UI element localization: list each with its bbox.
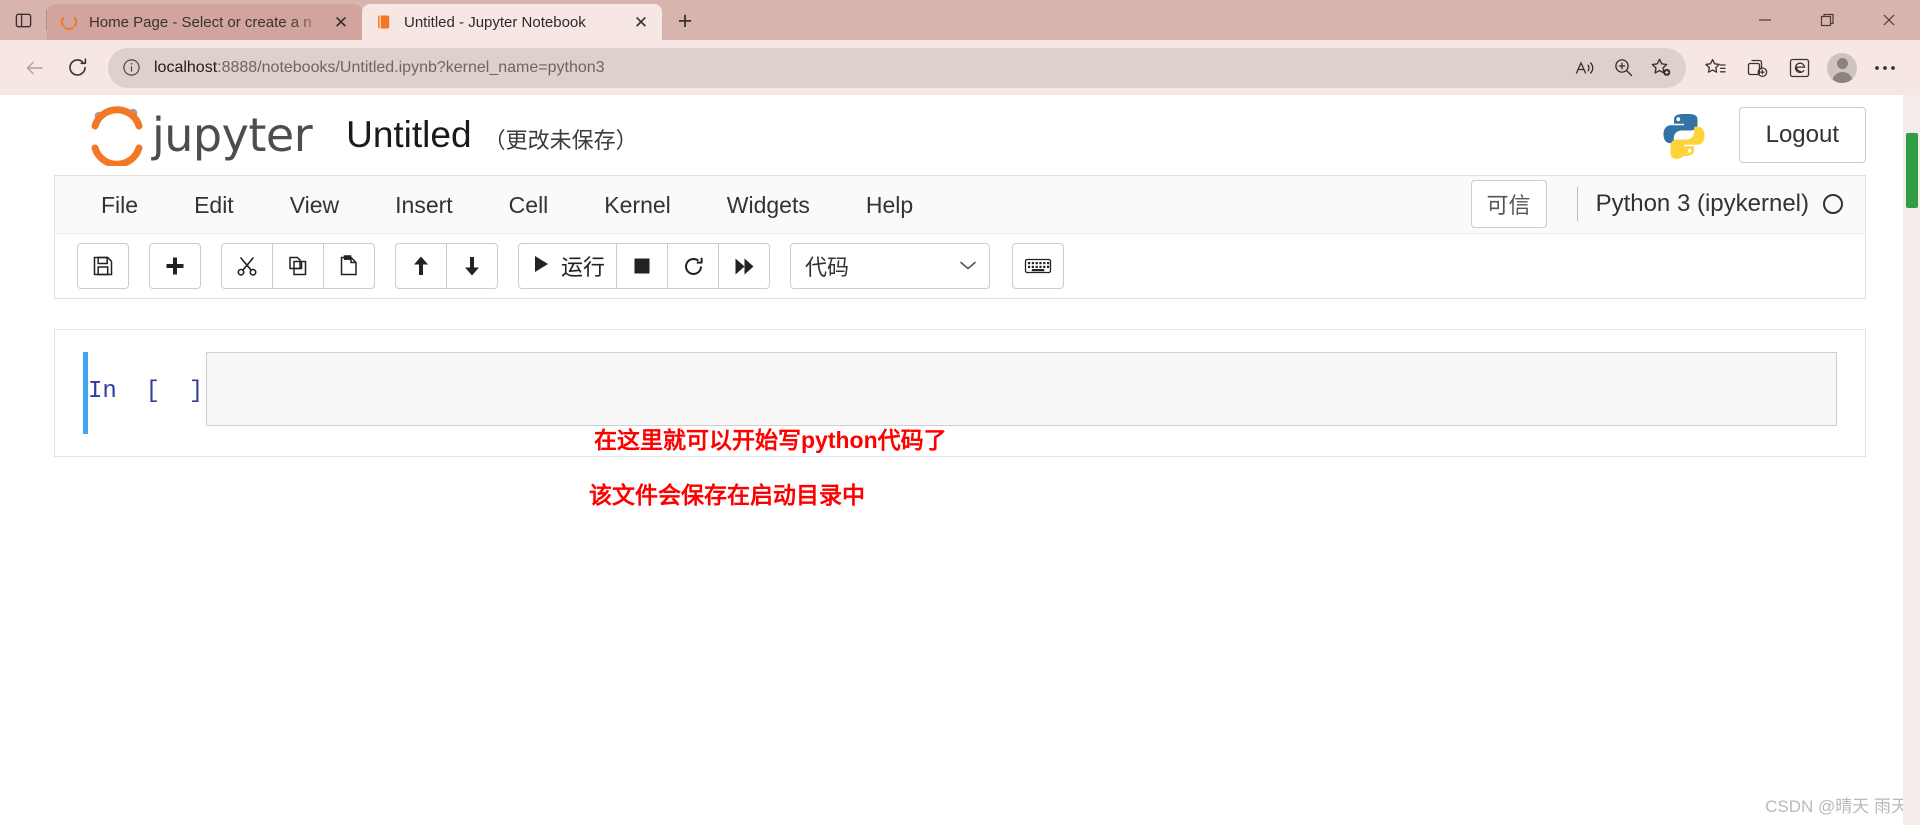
toolbar-group-run: 运行 [518, 243, 771, 289]
back-arrow-icon[interactable] [14, 47, 56, 89]
copy-icon[interactable] [272, 243, 324, 289]
page-content: jupyter Untitled （更改未保存） Logout File Edi… [0, 95, 1920, 825]
toolbar-group-clipboard [221, 243, 375, 289]
browser-toolbar-actions [1694, 46, 1906, 90]
read-aloud-icon[interactable] [1566, 51, 1604, 85]
tab-list-icon[interactable] [0, 0, 46, 40]
watermark-label: CSDN @晴天 雨天 [1765, 797, 1908, 816]
code-input-area[interactable] [206, 352, 1837, 426]
stop-square-icon[interactable] [616, 243, 669, 289]
window-controls [1734, 0, 1920, 40]
cell-type-value: 代码 [805, 255, 850, 280]
address-bar-actions [1566, 51, 1680, 85]
browser-navbar: localhost:8888/notebooks/Untitled.ipynb?… [0, 40, 1920, 95]
notebook-title[interactable]: Untitled [346, 114, 471, 156]
code-cell[interactable]: In [ ]: [55, 352, 1865, 434]
jupyter-spinner-icon [60, 13, 78, 31]
run-cell-label: 运行 [561, 255, 606, 280]
page-scrollbar[interactable] [1903, 95, 1920, 825]
favorites-star-list-icon[interactable] [1694, 47, 1736, 89]
more-options-icon[interactable] [1864, 47, 1906, 89]
toolbar-group-move [395, 243, 498, 289]
python-logo-icon [1659, 110, 1709, 160]
menu-item-insert[interactable]: Insert [367, 177, 481, 233]
maximize-icon[interactable] [1796, 0, 1858, 40]
menu-item-edit[interactable]: Edit [166, 177, 262, 233]
run-play-icon [530, 253, 552, 280]
toolbar-group-palette [1012, 243, 1065, 289]
minimize-icon[interactable] [1734, 0, 1796, 40]
browser-window: Home Page - Select or create a n ✕ Untit… [0, 0, 1920, 825]
scrollbar-thumb[interactable] [1906, 133, 1918, 208]
jupyter-wordmark: jupyter [152, 108, 313, 162]
jupyter-menubar: File Edit View Insert Cell Kernel Widget… [54, 175, 1866, 233]
browser-tab-title: Untitled - Jupyter Notebook [404, 13, 586, 31]
kernel-idle-circle-icon [1823, 194, 1843, 214]
avatar [1827, 52, 1857, 83]
notebook-cells-container: In [ ]: [54, 329, 1866, 457]
browser-tab-notebook[interactable]: Untitled - Jupyter Notebook ✕ [362, 4, 662, 40]
jupyter-header-right: Logout [1659, 95, 1866, 175]
toolbar-group-save [77, 243, 129, 289]
trust-status-badge[interactable]: 可信 [1470, 180, 1547, 228]
unsaved-changes-label: （更改未保存） [483, 128, 638, 153]
zoom-in-icon[interactable] [1604, 51, 1642, 85]
toolbar-group-insert [149, 243, 201, 289]
close-icon[interactable]: ✕ [328, 9, 354, 35]
chevron-down-icon [959, 258, 977, 275]
browser-tab-home[interactable]: Home Page - Select or create a n ✕ [47, 4, 362, 40]
menubar-divider [1576, 187, 1578, 221]
jupyter-toolbar: 运行 代码 [54, 233, 1866, 299]
info-icon[interactable] [114, 51, 148, 85]
menu-item-kernel[interactable]: Kernel [576, 177, 698, 233]
scissors-cut-icon[interactable] [221, 243, 273, 289]
add-favorite-star-icon[interactable] [1642, 51, 1680, 85]
keyboard-icon[interactable] [1012, 243, 1065, 289]
url-host: localhost [154, 58, 218, 76]
cell-type-select[interactable]: 代码 [790, 243, 991, 289]
close-icon[interactable] [1858, 0, 1920, 40]
internet-explorer-icon[interactable] [1778, 47, 1820, 89]
browser-titlebar: Home Page - Select or create a n ✕ Untit… [0, 0, 1920, 40]
cell-prompt-label: In [ ]: [88, 378, 218, 405]
annotation-saved-in-startup-dir: 该文件会保存在启动目录中 [589, 482, 865, 508]
logout-button[interactable]: Logout [1738, 107, 1866, 163]
menu-item-file[interactable]: File [73, 177, 166, 233]
menu-item-help[interactable]: Help [838, 177, 941, 233]
kernel-name-label: Python 3 (ipykernel) [1595, 190, 1809, 217]
url-path: :8888/notebooks/Untitled.ipynb?kernel_na… [217, 58, 605, 76]
menubar-right: 可信 Python 3 (ipykernel) [1470, 176, 1843, 232]
jupyter-logo-icon[interactable]: jupyter [88, 104, 313, 166]
restart-kernel-icon[interactable] [667, 243, 720, 289]
address-bar-url[interactable]: localhost:8888/notebooks/Untitled.ipynb?… [148, 59, 1566, 77]
run-cell-button[interactable]: 运行 [518, 243, 618, 289]
annotation-write-code-here: 在这里就可以开始写python代码了 [594, 427, 947, 453]
arrow-down-icon[interactable] [446, 243, 498, 289]
menu-item-view[interactable]: View [262, 177, 367, 233]
jupyter-book-icon [375, 13, 393, 31]
fast-forward-icon[interactable] [718, 243, 771, 289]
notebook-body: In [ ]: 在这里就可以开始写python代码了 该文件会保存在启动目录中 [54, 299, 1866, 508]
add-cell-plus-icon[interactable] [149, 243, 201, 289]
address-bar[interactable]: localhost:8888/notebooks/Untitled.ipynb?… [108, 47, 1686, 88]
close-icon[interactable]: ✕ [628, 9, 654, 35]
menu-item-widgets[interactable]: Widgets [699, 177, 838, 233]
browser-tab-title: Home Page - Select or create a n [89, 13, 312, 31]
menu-item-cell[interactable]: Cell [481, 177, 577, 233]
jupyter-header: jupyter Untitled （更改未保存） Logout [0, 95, 1920, 175]
paste-icon[interactable] [323, 243, 375, 289]
save-floppy-icon[interactable] [77, 243, 129, 289]
reload-icon[interactable] [56, 47, 98, 89]
new-tab-button[interactable]: + [666, 4, 704, 38]
arrow-up-icon[interactable] [395, 243, 447, 289]
profile-avatar-icon[interactable] [1820, 46, 1864, 90]
collections-icon[interactable] [1736, 47, 1778, 89]
